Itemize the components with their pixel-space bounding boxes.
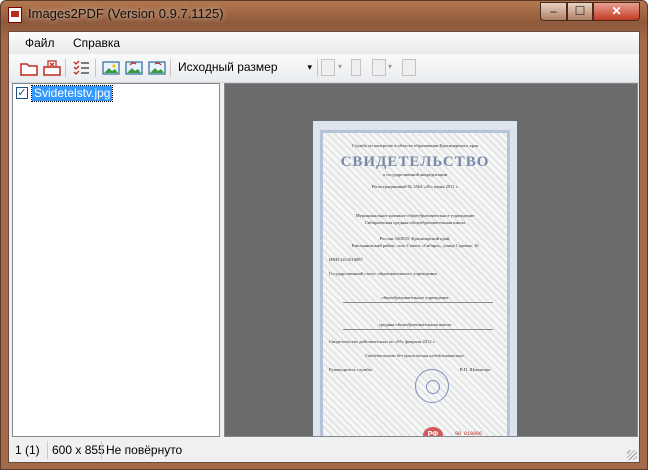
chevron-down-icon[interactable]: ▾ bbox=[338, 62, 342, 71]
app-window: Images2PDF (Version 0.9.7.1125) ‒ ☐ ✕ Фа… bbox=[0, 0, 648, 470]
app-icon[interactable] bbox=[8, 7, 22, 23]
certificate-image: Служба по контролю в области образования… bbox=[313, 121, 517, 437]
cert-reg-line: Регистрационный № 2564 «20» июня 2011 г. bbox=[371, 184, 459, 189]
maximize-button[interactable]: ☐ bbox=[567, 2, 593, 21]
open-folder-icon[interactable] bbox=[19, 58, 39, 78]
size-select[interactable]: Исходный размер ▾ bbox=[173, 58, 315, 77]
menu-file[interactable]: Файл bbox=[25, 36, 55, 50]
color-button[interactable] bbox=[402, 59, 416, 76]
cert-status: Государственный статус образовательного … bbox=[329, 271, 437, 276]
page-size-button[interactable] bbox=[321, 59, 335, 76]
menu-help[interactable]: Справка bbox=[73, 36, 120, 50]
divider bbox=[343, 329, 493, 330]
toolbar: Исходный размер ▾ ▾ ▾ bbox=[9, 54, 639, 83]
size-select-value: Исходный размер bbox=[178, 60, 278, 74]
divider bbox=[343, 302, 493, 303]
cert-serial: 08 019886 bbox=[455, 431, 483, 437]
orientation-button[interactable] bbox=[351, 59, 361, 76]
chevron-down-icon[interactable]: ▾ bbox=[388, 62, 392, 71]
status-separator bbox=[101, 441, 102, 459]
file-list[interactable]: ✓ Svidetelstv.jpg bbox=[12, 83, 220, 437]
cert-org-name: Сибирьевская средняя общеобразовательная… bbox=[364, 220, 466, 225]
cert-note: Свидетельство без приложения недействите… bbox=[365, 353, 465, 358]
title-bar[interactable]: Images2PDF (Version 0.9.7.1125) ‒ ☐ ✕ bbox=[1, 1, 647, 31]
cert-address-1: Россия, 663035, Красноярский край, bbox=[379, 236, 451, 241]
window-title: Images2PDF (Version 0.9.7.1125) bbox=[28, 6, 224, 21]
close-button[interactable]: ✕ bbox=[593, 2, 640, 21]
image-rotate-left-icon[interactable] bbox=[124, 58, 144, 78]
toolbar-separator bbox=[170, 59, 171, 77]
status-dimensions: 600 x 855 bbox=[52, 443, 105, 457]
status-index: 1 (1) bbox=[15, 443, 40, 457]
status-bar: 1 (1) 600 x 855 Не повёрнуто bbox=[9, 439, 639, 462]
toolbar-separator bbox=[65, 59, 66, 77]
file-name[interactable]: Svidetelstv.jpg bbox=[30, 85, 114, 102]
seal-stamp bbox=[415, 369, 449, 403]
status-rotation: Не повёрнуто bbox=[106, 443, 183, 457]
client-area: Файл Справка Исходный размер ▾ ▾ ▾ ✓ Svi… bbox=[8, 31, 640, 463]
margin-button[interactable] bbox=[372, 59, 386, 76]
cert-title: СВИДЕТЕЛЬСТВО bbox=[340, 154, 490, 170]
menu-bar: Файл Справка bbox=[9, 32, 639, 54]
image-preview[interactable]: Служба по контролю в области образования… bbox=[224, 83, 638, 437]
rf-emblem: РФ bbox=[423, 427, 443, 436]
toolbar-separator bbox=[95, 59, 96, 77]
toolbar-separator bbox=[317, 59, 318, 77]
remove-image-icon[interactable] bbox=[42, 58, 62, 78]
resize-grip[interactable] bbox=[627, 450, 637, 460]
chevron-down-icon[interactable]: ▾ bbox=[307, 58, 312, 77]
file-checkbox[interactable]: ✓ bbox=[16, 87, 28, 99]
cert-type: средняя общеобразовательная школа bbox=[378, 322, 452, 327]
cert-kind: общеобразовательное учреждение bbox=[381, 295, 449, 300]
cert-header: Служба по контролю в области образования… bbox=[351, 143, 479, 148]
cert-valid: Свидетельство действительно по «05» февр… bbox=[329, 339, 436, 344]
minimize-button[interactable]: ‒ bbox=[540, 2, 567, 21]
cert-signer-name: В.П. Шмальорп bbox=[459, 367, 491, 372]
status-separator bbox=[47, 441, 48, 459]
cert-address-2: Емельяновский район, село Совхоз «Сибирь… bbox=[351, 243, 479, 248]
image-rotate-right-icon[interactable] bbox=[147, 58, 167, 78]
certificate-frame: Служба по контролю в области образования… bbox=[320, 130, 510, 437]
cert-org-type: Муниципальное казенное общеобразовательн… bbox=[355, 213, 475, 218]
checklist-icon[interactable] bbox=[71, 58, 91, 78]
cert-inn: ИНН 2411010087 bbox=[329, 257, 363, 262]
cert-subtitle: о государственной аккредитации bbox=[382, 172, 448, 177]
image-icon[interactable] bbox=[101, 58, 121, 78]
